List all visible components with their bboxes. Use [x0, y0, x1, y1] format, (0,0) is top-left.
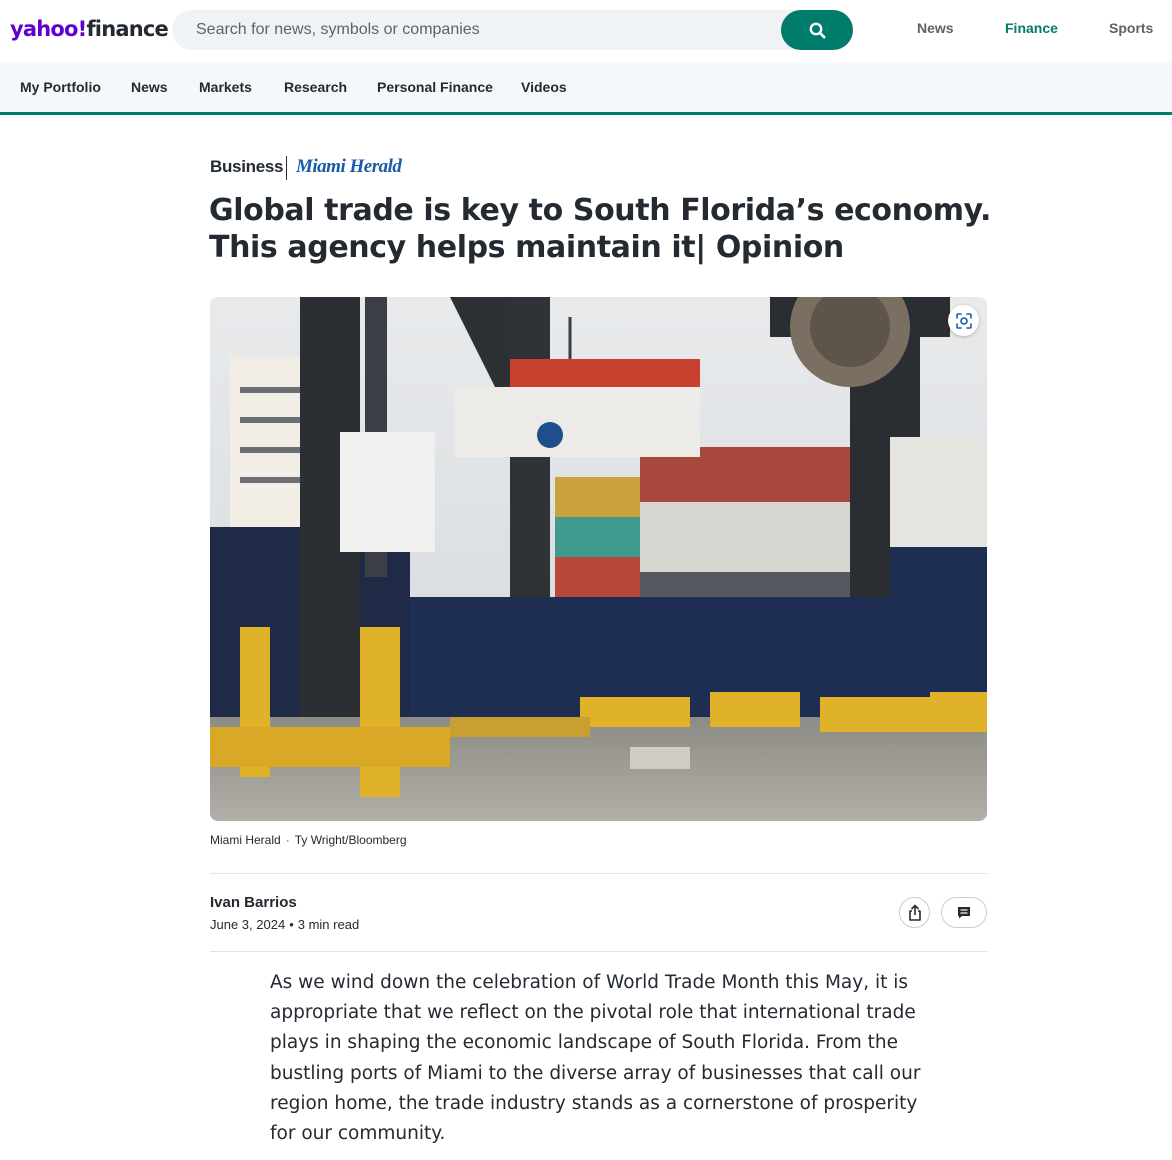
nav-news[interactable]: News — [917, 20, 954, 36]
read-time: 3 min read — [297, 917, 360, 932]
divider-bottom — [210, 951, 987, 952]
image-zoom-button[interactable] — [948, 305, 979, 336]
image-zoom-icon — [955, 312, 972, 329]
search-bar — [172, 10, 853, 50]
author-name[interactable]: Ivan Barrios — [210, 894, 297, 911]
article-category[interactable]: Business — [210, 157, 283, 177]
subnav-videos[interactable]: Videos — [521, 79, 567, 95]
share-icon — [908, 904, 921, 921]
caption-separator: · — [285, 833, 290, 847]
share-button[interactable] — [899, 897, 930, 928]
publish-date: June 3, 2024 — [210, 917, 286, 932]
subnav-my-portfolio[interactable]: My Portfolio — [20, 79, 101, 95]
search-input[interactable] — [196, 10, 786, 50]
nav-finance[interactable]: Finance — [1005, 20, 1058, 36]
top-header: yahoo!finance News Finance Sports — [0, 0, 1172, 62]
category-divider — [286, 156, 287, 180]
comment-icon — [958, 907, 970, 919]
search-button[interactable] — [781, 10, 853, 50]
subnav-news[interactable]: News — [131, 79, 168, 95]
caption-source: Miami Herald — [210, 833, 281, 847]
finance-subnav: My Portfolio News Markets Research Perso… — [0, 62, 1172, 115]
article-headline: Global trade is key to South Florida’s e… — [209, 193, 992, 265]
publisher-logo[interactable]: Miami Herald — [296, 156, 402, 178]
subnav-personal-finance[interactable]: Personal Finance — [377, 79, 493, 95]
article-body-paragraph: As we wind down the celebration of World… — [270, 972, 921, 1145]
comments-button[interactable] — [941, 897, 987, 928]
article-hero-image — [210, 297, 987, 821]
search-icon — [809, 22, 825, 38]
caption-credit: Ty Wright/Bloomberg — [294, 833, 407, 847]
image-caption: Miami Herald · Ty Wright/Bloomberg — [210, 833, 407, 847]
divider-top — [210, 873, 987, 874]
article-meta: June 3, 2024 • 3 min read — [210, 917, 359, 932]
subnav-markets[interactable]: Markets — [199, 79, 252, 95]
subnav-research[interactable]: Research — [284, 79, 347, 95]
meta-separator: • — [289, 917, 294, 932]
nav-sports[interactable]: Sports — [1109, 20, 1153, 36]
yahoo-finance-logo[interactable]: yahoo!finance — [10, 14, 169, 44]
